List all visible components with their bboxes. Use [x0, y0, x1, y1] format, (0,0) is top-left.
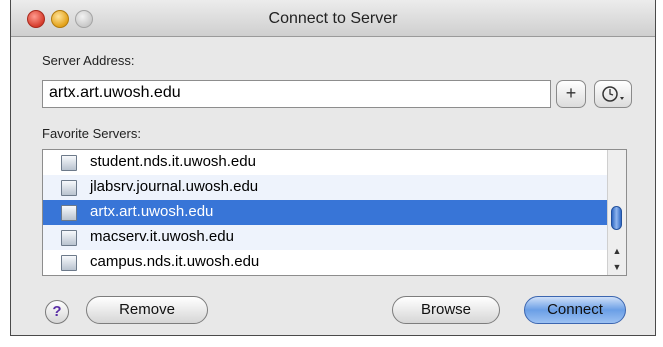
list-item-selected[interactable]: artx.art.uwosh.edu [43, 200, 608, 225]
list-item-label: student.nds.it.uwosh.edu [90, 153, 256, 170]
server-icon [61, 255, 77, 271]
server-icon [61, 155, 77, 171]
list-item[interactable]: macserv.it.uwosh.edu [43, 225, 608, 250]
scrollbar-thumb[interactable] [611, 206, 622, 230]
list-item[interactable]: campus.nds.it.uwosh.edu [43, 250, 608, 275]
add-favorite-button[interactable]: + [556, 80, 586, 108]
server-address-input[interactable]: artx.art.uwosh.edu [42, 80, 551, 108]
title-bar[interactable]: Connect to Server [11, 0, 655, 37]
list-item[interactable]: student.nds.it.uwosh.edu [43, 150, 608, 175]
plus-icon: + [565, 83, 577, 103]
list-item-label: jlabsrv.journal.uwosh.edu [90, 178, 259, 195]
help-button[interactable]: ? [45, 300, 69, 324]
scroll-down-arrow-icon[interactable]: ▼ [608, 259, 626, 275]
browse-button[interactable]: Browse [392, 296, 500, 324]
list-item-label: artx.art.uwosh.edu [90, 203, 214, 220]
list-item[interactable]: jlabsrv.journal.uwosh.edu [43, 175, 608, 200]
connect-to-server-window: Connect to Server Server Address: artx.a… [10, 0, 656, 336]
server-icon [61, 230, 77, 246]
connect-button[interactable]: Connect [524, 296, 626, 324]
favorite-servers-list[interactable]: student.nds.it.uwosh.edu jlabsrv.journal… [42, 149, 627, 276]
server-icon [61, 180, 77, 196]
window-title: Connect to Server [268, 10, 398, 27]
vertical-scrollbar[interactable]: ▲ ▼ [607, 150, 626, 275]
server-icon [61, 205, 77, 221]
recent-servers-button[interactable] [594, 80, 632, 108]
scroll-up-arrow-icon[interactable]: ▲ [608, 243, 626, 259]
list-item-label: macserv.it.uwosh.edu [90, 228, 234, 245]
server-address-label: Server Address: [42, 53, 135, 68]
clock-icon [602, 86, 624, 102]
remove-button[interactable]: Remove [86, 296, 208, 324]
favorite-servers-label: Favorite Servers: [42, 126, 141, 141]
list-item-label: campus.nds.it.uwosh.edu [90, 253, 260, 270]
